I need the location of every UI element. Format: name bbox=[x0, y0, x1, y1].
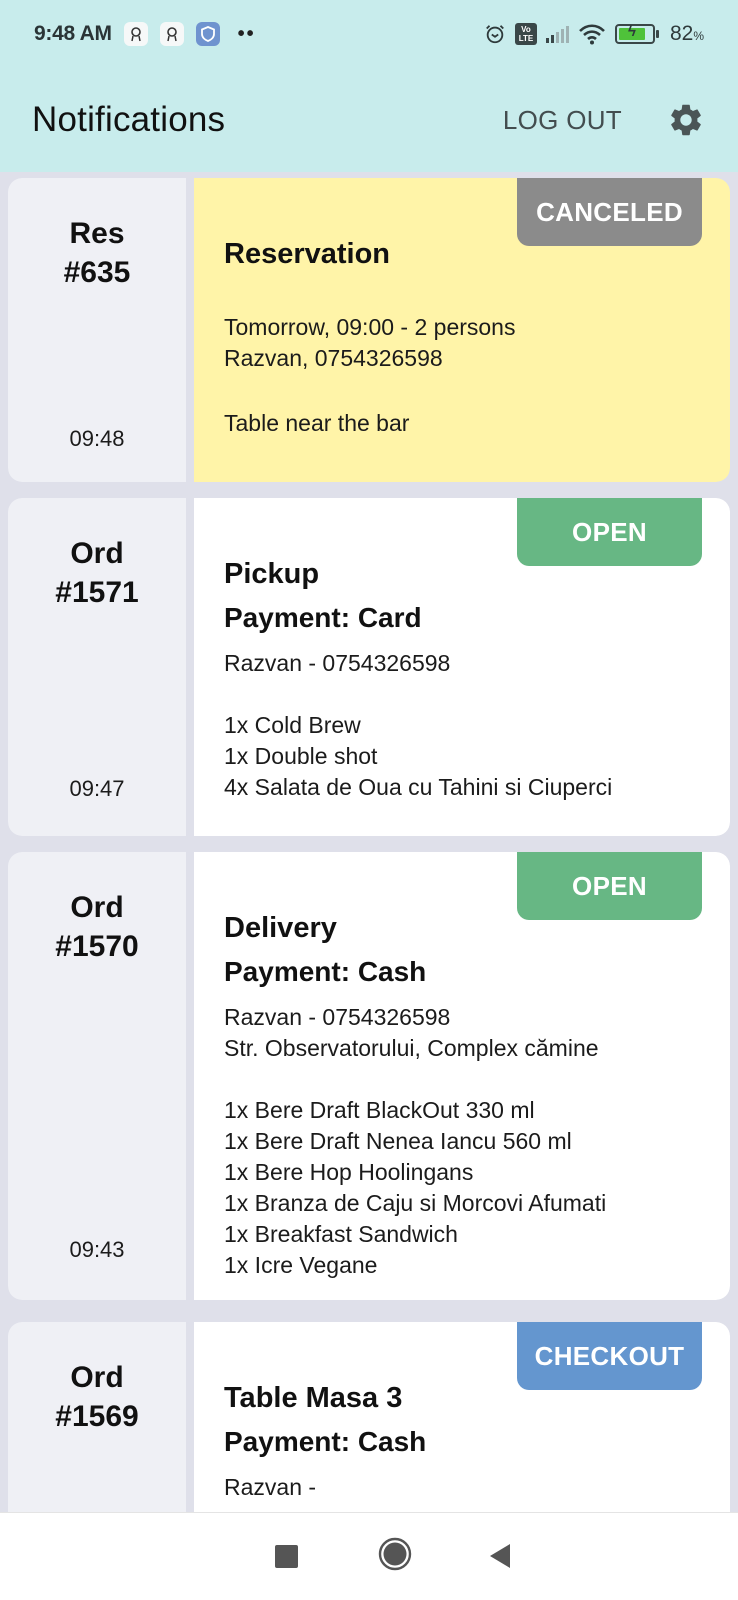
order-item: 1x Bere Hop Hoolingans bbox=[224, 1159, 474, 1185]
card-reference-panel: Ord #1569 bbox=[8, 1322, 186, 1512]
notification-time: 09:43 bbox=[69, 1237, 125, 1262]
settings-button[interactable] bbox=[666, 100, 706, 140]
status-badge: OPEN bbox=[517, 852, 702, 920]
order-item: 1x Bere Draft BlackOut 330 ml bbox=[224, 1097, 535, 1123]
status-badge: CHECKOUT bbox=[517, 1322, 702, 1390]
delivery-address: Str. Observatorului, Complex cămine bbox=[224, 1035, 599, 1061]
notification-card-order[interactable]: Ord #1570 09:43 OPEN Delivery Payment: C… bbox=[8, 852, 730, 1300]
status-indicators: Vo LTE ϟ 82% bbox=[484, 22, 704, 46]
gear-icon bbox=[671, 104, 701, 136]
back-button[interactable] bbox=[488, 1543, 512, 1569]
notification-time: 09:48 bbox=[69, 426, 125, 451]
page-title: Notifications bbox=[32, 100, 226, 139]
battery-percent: 82% bbox=[669, 22, 704, 45]
reservation-datetime: Tomorrow, 09:00 - 2 persons bbox=[224, 314, 516, 340]
card-content: OPEN Delivery Payment: Cash Razvan - 075… bbox=[194, 852, 730, 1300]
notification-time: 09:47 bbox=[69, 776, 125, 801]
reservation-contact: Razvan, 0754326598 bbox=[224, 345, 443, 371]
system-navigation-bar bbox=[0, 1512, 738, 1600]
order-item: 1x Branza de Caju si Morcovi Afumati bbox=[224, 1190, 607, 1216]
status-time: 9:48 AM bbox=[34, 22, 112, 45]
award-icon bbox=[123, 22, 148, 46]
card-content: CANCELED Reservation Tomorrow, 09:00 - 2… bbox=[194, 178, 730, 482]
reference-label: Ord #1569 bbox=[55, 1361, 139, 1433]
logout-button[interactable]: LOG OUT bbox=[503, 105, 622, 136]
signal-icon bbox=[545, 25, 569, 43]
shield-icon bbox=[195, 22, 220, 46]
status-badge: OPEN bbox=[517, 498, 702, 566]
order-item: 1x Double shot bbox=[224, 743, 378, 769]
order-item: 1x Cold Brew bbox=[224, 712, 361, 738]
card-reference-panel: Ord #1570 09:43 bbox=[8, 852, 186, 1300]
payment-method: Payment: Card bbox=[224, 602, 422, 633]
reference-label: Ord #1571 bbox=[55, 537, 139, 609]
battery-icon: ϟ bbox=[614, 23, 659, 44]
status-bar: 9:48 AM •• Vo LTE ϟ 82% bbox=[0, 0, 738, 68]
home-button[interactable] bbox=[378, 1537, 412, 1571]
order-item: 1x Bere Draft Nenea Iancu 560 ml bbox=[224, 1128, 572, 1154]
more-notifications-icon: •• bbox=[237, 22, 256, 45]
card-reference-panel: Ord #1571 09:47 bbox=[8, 498, 186, 836]
notifications-list[interactable]: Res #635 09:48 CANCELED Reservation Tomo… bbox=[0, 172, 738, 1512]
payment-method: Payment: Cash bbox=[224, 956, 427, 987]
status-badge: CANCELED bbox=[517, 178, 702, 246]
recents-button[interactable] bbox=[275, 1544, 298, 1568]
app-bar: Notifications LOG OUT bbox=[0, 68, 738, 172]
notification-card-order[interactable]: Ord #1571 09:47 OPEN Pickup Payment: Car… bbox=[8, 498, 730, 836]
card-reference-panel: Res #635 09:48 bbox=[8, 178, 186, 482]
reservation-note: Table near the bar bbox=[224, 410, 410, 436]
notification-card-order[interactable]: Ord #1569 CHECKOUT Table Masa 3 Payment:… bbox=[8, 1322, 730, 1512]
card-content: CHECKOUT Table Masa 3 Payment: Cash Razv… bbox=[194, 1322, 730, 1512]
card-content: OPEN Pickup Payment: Card Razvan - 07543… bbox=[194, 498, 730, 836]
customer-contact: Razvan - 0754326598 bbox=[224, 1004, 451, 1030]
award-icon bbox=[159, 22, 184, 46]
payment-method: Payment: Cash bbox=[224, 1426, 427, 1457]
order-item: 1x Icre Vegane bbox=[224, 1252, 378, 1278]
customer-contact: Razvan - 0754326598 bbox=[224, 650, 451, 676]
reference-label: Ord #1570 bbox=[55, 891, 139, 963]
order-item: 1x Breakfast Sandwich bbox=[224, 1221, 458, 1247]
volte-icon: Vo LTE bbox=[514, 23, 537, 45]
wifi-icon bbox=[579, 24, 605, 45]
reference-label: Res #635 bbox=[63, 217, 131, 289]
order-item: 4x Salata de Oua cu Tahini si Ciuperci bbox=[224, 774, 613, 800]
alarm-icon bbox=[486, 25, 504, 44]
notification-card-reservation[interactable]: Res #635 09:48 CANCELED Reservation Tomo… bbox=[8, 178, 730, 482]
customer-contact: Razvan - bbox=[224, 1474, 317, 1500]
